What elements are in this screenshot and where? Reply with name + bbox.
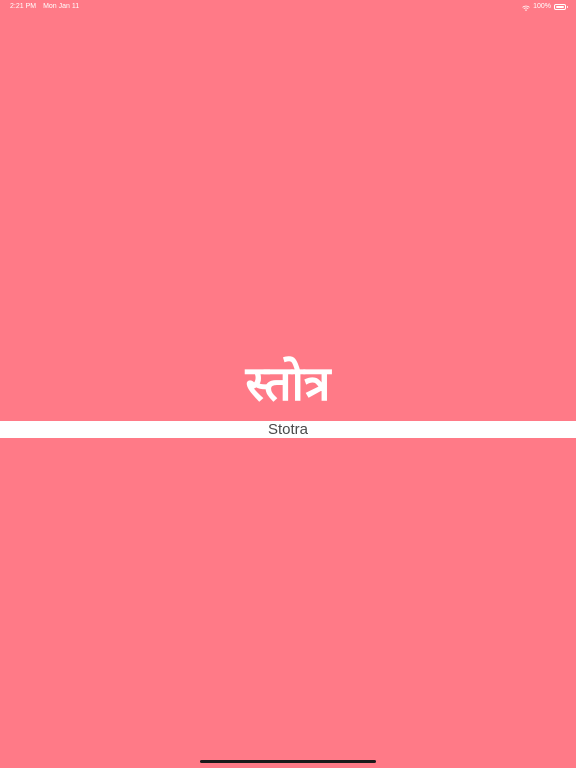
home-indicator[interactable]	[200, 760, 376, 763]
battery-tip	[567, 6, 568, 8]
battery-fill	[556, 6, 564, 8]
status-bar: 2:21 PM Mon Jan 11 100%	[0, 0, 576, 14]
wifi-icon	[522, 4, 530, 11]
battery-icon	[554, 4, 568, 10]
subtitle-band: Stotra	[0, 421, 576, 438]
status-left: 2:21 PM Mon Jan 11	[10, 0, 79, 14]
status-date: Mon Jan 11	[43, 3, 80, 10]
battery-percent: 100%	[533, 3, 551, 10]
status-right: 100%	[522, 0, 568, 14]
app-subtitle: Stotra	[267, 421, 309, 438]
status-time: 2:21 PM	[10, 3, 37, 10]
app-title-devanagari: स्तोत्र	[245, 356, 331, 412]
